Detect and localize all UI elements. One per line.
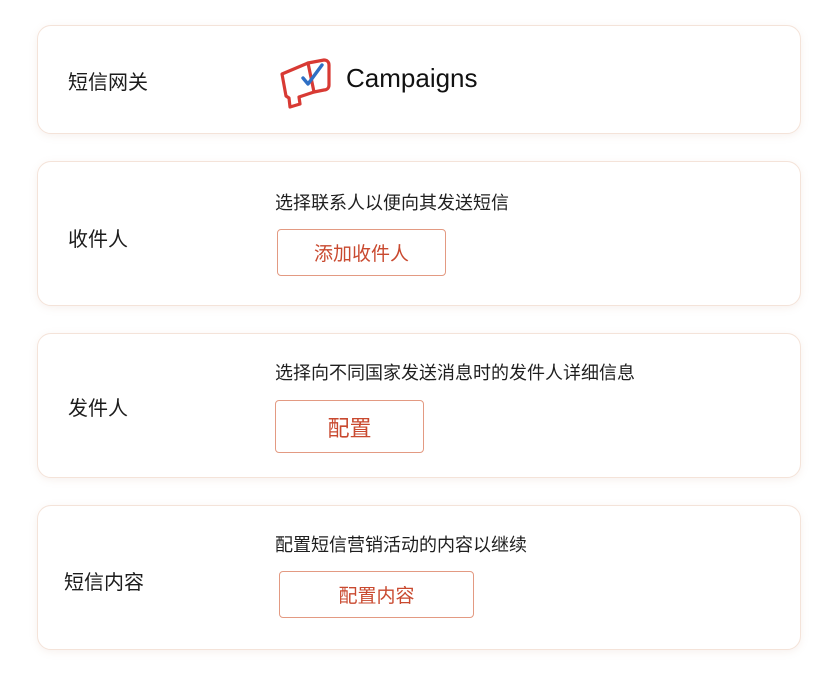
sms-gateway-card: 短信网关 Campaigns [37,25,801,134]
sender-label: 发件人 [68,396,128,420]
sms-content-description: 配置短信营销活动的内容以继续 [275,535,527,556]
recipients-description: 选择联系人以便向其发送短信 [275,193,509,214]
brand-name: Campaigns [346,62,478,93]
campaigns-logo: Campaigns [278,54,478,110]
sms-content-card: 短信内容 配置短信营销活动的内容以继续 配置内容 [37,505,801,650]
campaigns-megaphone-icon [280,58,331,109]
recipients-card: 收件人 选择联系人以便向其发送短信 添加收件人 [37,161,801,306]
configure-content-button[interactable]: 配置内容 [279,571,474,618]
sms-content-label: 短信内容 [64,570,144,594]
configure-sender-button[interactable]: 配置 [275,400,424,453]
recipients-label: 收件人 [68,227,128,251]
sender-card: 发件人 选择向不同国家发送消息时的发件人详细信息 配置 [37,333,801,478]
sms-gateway-label: 短信网关 [68,70,148,94]
add-recipients-button[interactable]: 添加收件人 [277,229,446,276]
sender-description: 选择向不同国家发送消息时的发件人详细信息 [275,363,635,384]
